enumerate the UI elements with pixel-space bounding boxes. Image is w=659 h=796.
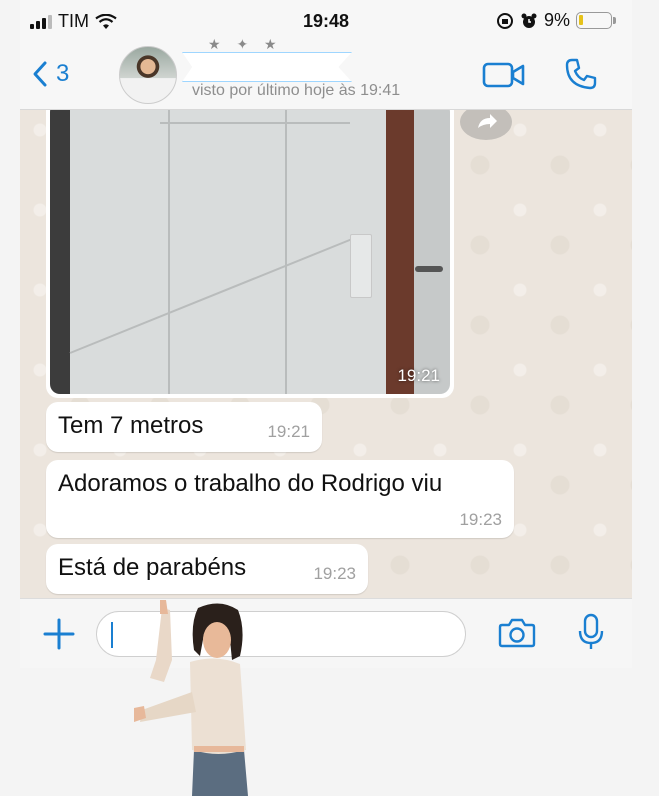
plus-icon [43, 618, 75, 650]
microphone-icon [578, 613, 604, 649]
message-bubble[interactable]: Tem 7 metros 19:21 [46, 402, 322, 452]
back-chevron-icon [33, 61, 47, 87]
message-text: Tem 7 metros [58, 412, 204, 439]
voice-call-button[interactable] [564, 57, 598, 96]
contact-name-redacted[interactable] [182, 52, 352, 82]
wall-switch [350, 234, 372, 298]
forward-icon [478, 114, 497, 128]
chat-header: 3 ★ ✦ ★ visto por último hoje às 19:41 [20, 36, 632, 110]
message-bubble[interactable]: Adoramos o trabalho do Rodrigo viu 19:23 [46, 460, 514, 538]
message-text: Adoramos o trabalho do Rodrigo viu [58, 470, 443, 497]
phone-call-icon [565, 58, 597, 90]
video-call-icon [482, 62, 525, 88]
message-text: Está de parabéns [58, 554, 247, 581]
whatsapp-screen: TIM 19:48 9% 3 ★ ✦ ★ visto por último ho… [20, 0, 632, 668]
unread-count: 3 [56, 60, 70, 87]
message-bubble[interactable]: Está de parabéns 19:23 [46, 544, 368, 594]
text-caret [111, 622, 113, 648]
status-right-group: 9% [496, 10, 616, 31]
image-message[interactable]: 19:21 [46, 110, 454, 398]
battery-percent: 9% [543, 10, 570, 30]
camera-button[interactable] [498, 617, 536, 654]
status-bar: TIM 19:48 9% [20, 0, 632, 44]
woman-pointing-sticker [134, 600, 248, 796]
back-button[interactable]: 3 [32, 60, 69, 88]
message-time: 19:21 [397, 366, 440, 385]
forward-button[interactable] [460, 110, 512, 140]
battery-icon [576, 12, 616, 29]
door-photo[interactable]: 19:21 [50, 110, 450, 394]
message-time: 19:23 [313, 564, 356, 583]
camera-icon [498, 618, 536, 648]
attach-button[interactable] [42, 617, 76, 656]
last-seen-status: visto por último hoje às 19:41 [192, 82, 401, 99]
chat-area[interactable]: 19:21 Tem 7 metros 19:21 Adoramos o trab… [20, 110, 632, 598]
rotation-lock-icon [496, 12, 513, 29]
alarm-icon [521, 13, 537, 28]
decorative-stars: ★ ✦ ★ [208, 36, 283, 52]
input-bar [20, 598, 632, 668]
door-handle [415, 266, 443, 272]
contact-avatar[interactable] [119, 46, 177, 104]
message-time: 19:23 [459, 510, 502, 529]
voice-message-button[interactable] [578, 613, 604, 656]
message-time: 19:21 [267, 422, 310, 441]
video-call-button[interactable] [482, 60, 526, 95]
